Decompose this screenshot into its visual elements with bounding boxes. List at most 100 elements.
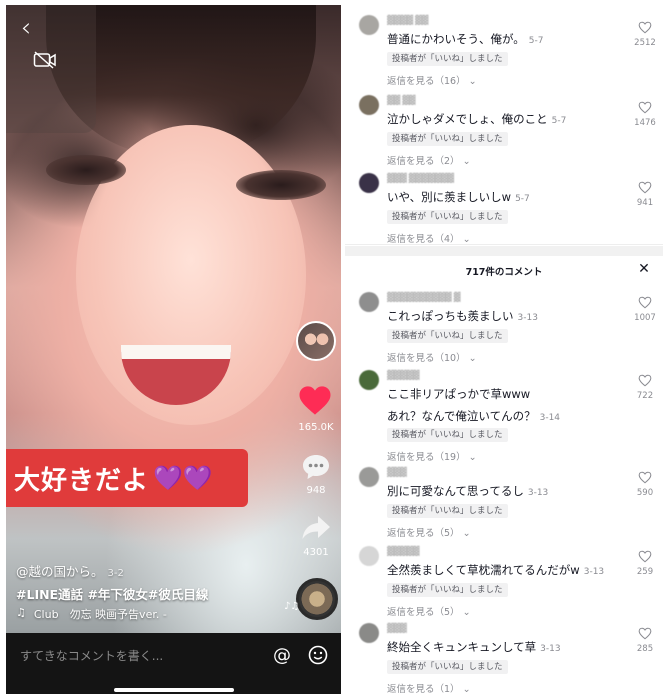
comment-like-count: 941 xyxy=(636,198,654,208)
view-replies-button[interactable]: 返信を見る（4） ⌄ xyxy=(387,231,471,245)
comment-text: いや、別に羨ましいしw 5-7 xyxy=(387,189,530,205)
comment-like[interactable]: 722 xyxy=(630,374,660,401)
creator-avatar[interactable] xyxy=(296,321,336,361)
comment-like[interactable]: 1476 xyxy=(630,101,660,128)
heart-outline-icon xyxy=(638,181,652,194)
comment-count: 948 xyxy=(306,485,326,496)
comment-username[interactable]: ▓▓▓▓▓▓▓▓▓▓ ▓ xyxy=(387,293,461,303)
comment-like[interactable]: 590 xyxy=(630,471,660,498)
heart-outline-icon xyxy=(638,471,652,484)
author-line[interactable]: @越の国から。 3-2 xyxy=(16,561,124,580)
view-replies-label: 返信を見る（10） xyxy=(387,353,466,364)
comment-text: 全然羨ましくて草枕濡れてるんだがw 3-13 xyxy=(387,562,604,578)
comment-like[interactable]: 259 xyxy=(630,550,660,577)
share-count: 4301 xyxy=(303,547,329,558)
comments-panel: 717件のコメント ✕ ▓▓▓▓▓▓▓▓▓▓ ▓ これっぽっちも羨ましい 3-13… xyxy=(345,256,663,695)
chevron-down-icon: ⌄ xyxy=(468,353,477,364)
hashtags[interactable]: #LINE通話 #年下彼女#彼氏目線 xyxy=(16,584,208,603)
view-replies-button[interactable]: 返信を見る（10） ⌄ xyxy=(387,350,477,364)
view-replies-button[interactable]: 返信を見る（2） ⌄ xyxy=(387,153,471,167)
comment-body-line2: あれ？なんで俺泣いてんの？ xyxy=(387,409,536,423)
view-replies-label: 返信を見る（19） xyxy=(387,452,466,463)
comment-body: これっぽっちも羨ましい xyxy=(387,309,514,323)
comment-body: 別に可愛なんて思ってるし xyxy=(387,484,524,498)
emoji-icon[interactable] xyxy=(306,643,330,667)
camera-off-icon[interactable] xyxy=(32,49,58,71)
view-replies-button[interactable]: 返信を見る（16） ⌄ xyxy=(387,73,477,87)
share-icon[interactable] xyxy=(300,513,332,543)
like-heart-icon[interactable] xyxy=(297,383,333,417)
comment-text: 終始全くキュンキュンして草 3-13 xyxy=(387,639,561,655)
comment-like[interactable]: 1007 xyxy=(630,296,660,323)
comment-body: 全然羨ましくて草枕濡れてるんだがw xyxy=(387,563,580,577)
comment-avatar[interactable] xyxy=(359,173,379,193)
creator-liked-badge: 投稿者が「いいね」しました xyxy=(387,132,508,146)
comment-icon[interactable] xyxy=(300,451,332,483)
view-replies-button[interactable]: 返信を見る（5） ⌄ xyxy=(387,525,471,539)
comment-like-count: 1476 xyxy=(634,118,656,128)
video-player[interactable]: ‹ 大好きだよ 💜💜 165.0K 948 4301 ♪♫ @越の国から。 3-2… xyxy=(6,5,341,694)
caption-hearts-icon: 💜💜 xyxy=(153,464,213,492)
comment-input[interactable]: すてきなコメントを書く... xyxy=(20,647,163,664)
comment-avatar[interactable] xyxy=(359,623,379,643)
comment-username[interactable]: ▓▓▓ xyxy=(387,468,407,478)
comment-text-line2: あれ？なんで俺泣いてんの？ 3-14 xyxy=(387,408,560,424)
comment-username[interactable]: ▓▓▓▓▓ xyxy=(387,547,420,557)
music-line[interactable]: ♫ Club 勿忘 映画予告ver. - xyxy=(16,606,167,622)
comment-like[interactable]: 285 xyxy=(630,627,660,654)
music-notes-icon: ♪♫ xyxy=(284,601,300,612)
comment-username[interactable]: ▓▓▓ ▓▓▓▓▓▓▓ xyxy=(387,174,454,184)
close-icon[interactable]: ✕ xyxy=(635,260,653,278)
comment-date: 3-13 xyxy=(517,313,538,323)
view-replies-label: 返信を見る（5） xyxy=(387,528,460,539)
creator-liked-badge: 投稿者が「いいね」しました xyxy=(387,329,508,343)
comment-body: 泣かしゃダメでしょ、俺のこと xyxy=(387,112,548,126)
video-frame[interactable] xyxy=(6,5,341,633)
chevron-down-icon: ⌄ xyxy=(468,452,477,463)
creator-liked-badge: 投稿者が「いいね」しました xyxy=(387,660,508,674)
comment-input-bar: すてきなコメントを書く... @ xyxy=(6,633,341,694)
view-replies-button[interactable]: 返信を見る（19） ⌄ xyxy=(387,449,477,463)
heart-outline-icon xyxy=(638,550,652,563)
mention-at-icon[interactable]: @ xyxy=(270,643,294,667)
comment-username[interactable]: ▓▓▓▓ ▓▓ xyxy=(387,16,428,26)
comment-text: これっぽっちも羨ましい 3-13 xyxy=(387,308,538,324)
post-date: 3-2 xyxy=(107,568,124,579)
comment-body: いや、別に羨ましいしw xyxy=(387,190,512,204)
comment-avatar[interactable] xyxy=(359,95,379,115)
comment-avatar[interactable] xyxy=(359,546,379,566)
comment-like[interactable]: 941 xyxy=(630,181,660,208)
author-name[interactable]: @越の国から。 xyxy=(16,564,104,579)
like-count: 165.0K xyxy=(298,422,334,433)
view-replies-button[interactable]: 返信を見る（1） ⌄ xyxy=(387,681,471,695)
comment-username[interactable]: ▓▓▓ xyxy=(387,624,407,634)
comment-like[interactable]: 2512 xyxy=(630,21,660,48)
creator-liked-badge: 投稿者が「いいね」しました xyxy=(387,583,508,597)
comment-avatar[interactable] xyxy=(359,15,379,35)
music-title[interactable]: Club 勿忘 映画予告ver. - xyxy=(34,606,167,622)
creator-liked-badge: 投稿者が「いいね」しました xyxy=(387,504,508,518)
comment-username[interactable]: ▓▓▓▓▓ xyxy=(387,371,420,381)
comment-date: 3-13 xyxy=(527,488,549,498)
comment-like-count: 259 xyxy=(636,567,654,577)
view-replies-button[interactable]: 返信を見る（5） ⌄ xyxy=(387,604,471,618)
comment-date: 5-7 xyxy=(528,36,544,46)
chevron-down-icon: ⌄ xyxy=(462,234,471,245)
caption-text: 大好きだよ xyxy=(14,465,150,496)
comment-username[interactable]: ▓▓ ▓▓ xyxy=(387,96,416,106)
view-replies-label: 返信を見る（2） xyxy=(387,156,460,167)
comment-avatar[interactable] xyxy=(359,467,379,487)
comment-like-count: 2512 xyxy=(634,38,656,48)
heart-outline-icon xyxy=(638,296,652,309)
comment-avatar[interactable] xyxy=(359,292,379,312)
music-disc-icon[interactable] xyxy=(296,578,338,620)
comment-text: 泣かしゃダメでしょ、俺のこと 5-7 xyxy=(387,111,566,127)
heart-outline-icon xyxy=(638,627,652,640)
comment-body: ここ非リアぱっかで草www xyxy=(387,387,531,401)
heart-outline-icon xyxy=(638,101,652,114)
view-replies-label: 返信を見る（1） xyxy=(387,684,460,695)
back-icon[interactable]: ‹ xyxy=(14,13,38,43)
comment-like-count: 285 xyxy=(636,644,654,654)
comment-avatar[interactable] xyxy=(359,370,379,390)
comment-date: 5-7 xyxy=(515,194,530,204)
